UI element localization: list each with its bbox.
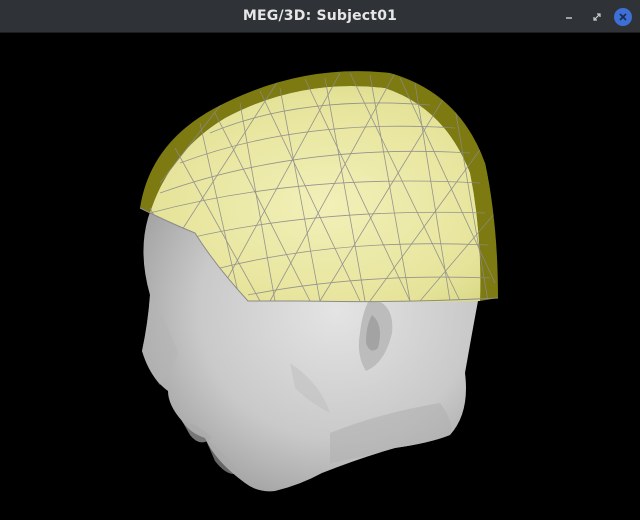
3d-scene[interactable] (0, 33, 640, 520)
restore-icon (593, 12, 601, 21)
title-bar[interactable]: MEG/3D: Subject01 (0, 0, 640, 33)
minimize-icon (566, 16, 572, 19)
window-controls (558, 0, 632, 33)
close-button[interactable] (614, 7, 632, 26)
app-window: MEG/3D: Subject01 (0, 0, 640, 520)
restore-button[interactable] (586, 6, 608, 28)
minimize-button[interactable] (558, 6, 580, 28)
close-icon (619, 12, 627, 21)
window-title: MEG/3D: Subject01 (242, 8, 398, 24)
3d-viewport[interactable] (0, 33, 640, 520)
